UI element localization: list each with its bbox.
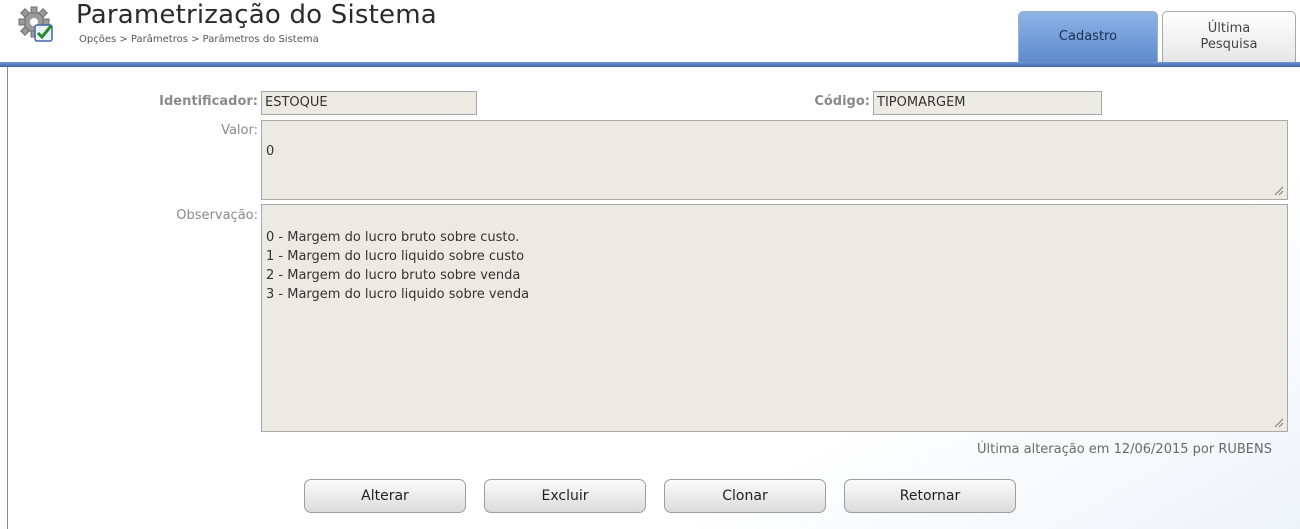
page-header: Parametrização do Sistema Opções > Parâm… xyxy=(0,0,1300,70)
breadcrumb: Opções > Parâmetros > Parâmetros do Sist… xyxy=(79,34,319,45)
tab-ultima-pesquisa-label: Última Pesquisa xyxy=(1200,21,1258,52)
tab-ultima-pesquisa[interactable]: Última Pesquisa xyxy=(1162,11,1296,62)
alterar-button[interactable]: Alterar xyxy=(304,479,466,513)
resize-grip-icon[interactable] xyxy=(1274,418,1284,428)
observacao-textarea[interactable]: 0 - Margem do lucro bruto sobre custo. 1… xyxy=(261,204,1288,432)
last-change-info: Última alteração em 12/06/2015 por RUBEN… xyxy=(977,442,1272,457)
tab-cadastro[interactable]: Cadastro xyxy=(1018,11,1158,62)
valor-textarea[interactable]: 0 xyxy=(261,120,1288,200)
resize-grip-icon[interactable] xyxy=(1274,186,1284,196)
excluir-button[interactable]: Excluir xyxy=(484,479,646,513)
observacao-text: 0 - Margem do lucro bruto sobre custo. 1… xyxy=(266,230,530,302)
valor-label: Valor: xyxy=(221,123,258,138)
identificador-field[interactable]: ESTOQUE xyxy=(261,91,477,115)
page-title: Parametrização do Sistema xyxy=(76,0,437,30)
tab-cadastro-label: Cadastro xyxy=(1058,29,1118,44)
retornar-button[interactable]: Retornar xyxy=(844,479,1016,513)
gear-checkmark-icon xyxy=(18,6,53,42)
valor-text: 0 xyxy=(266,144,275,159)
identificador-label: Identificador: xyxy=(159,94,258,109)
clonar-button[interactable]: Clonar xyxy=(664,479,826,513)
codigo-field[interactable]: TIPOMARGEM xyxy=(873,91,1102,115)
observacao-label: Observação: xyxy=(176,208,258,223)
codigo-label: Código: xyxy=(814,94,870,109)
